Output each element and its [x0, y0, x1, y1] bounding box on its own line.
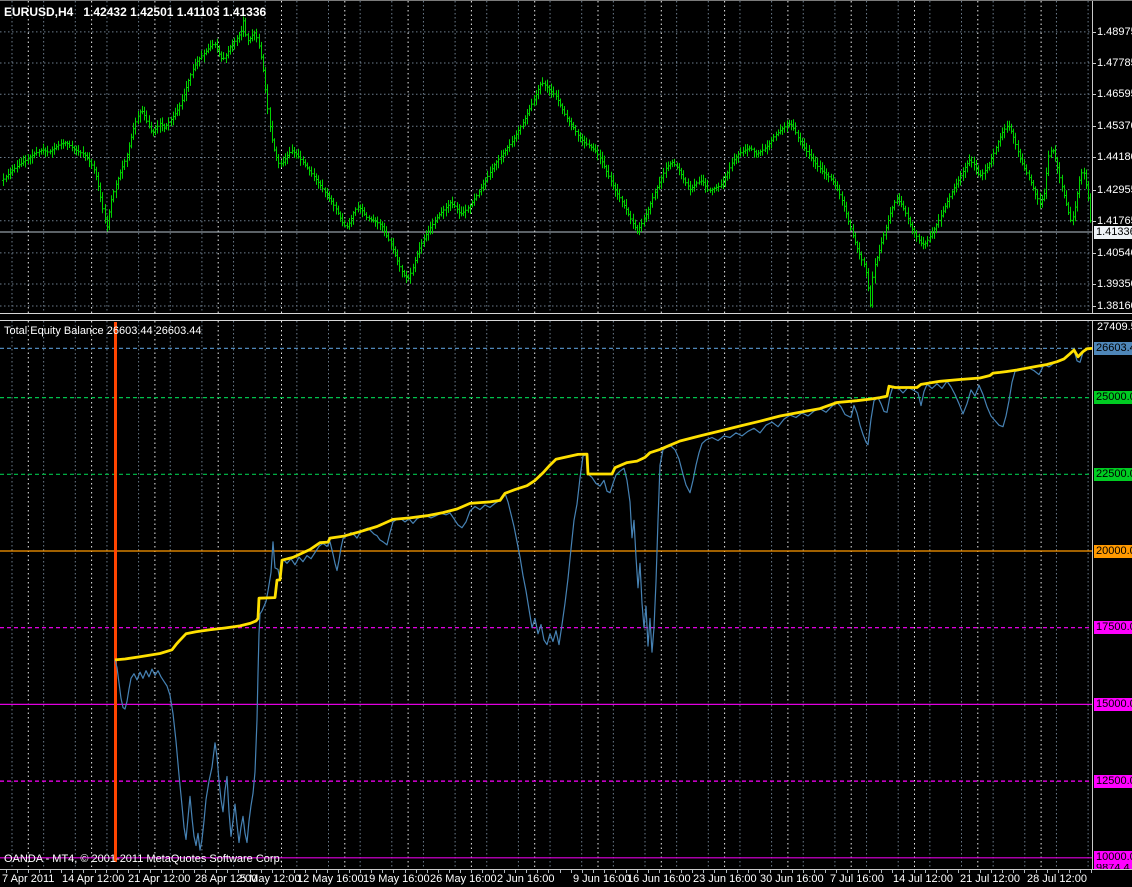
equity-axis-tick-label: 15000.0 — [1094, 697, 1132, 711]
time-axis-label: 14 Jul 12:00 — [893, 873, 953, 885]
time-axis-label: 16 Jun 16:00 — [627, 873, 691, 885]
time-tick — [825, 870, 827, 873]
equity-axis-tick-label: 22500.0 — [1094, 467, 1132, 481]
time-tick — [1024, 870, 1026, 873]
equity-axis-tick-label: 10000.0 — [1094, 851, 1132, 865]
time-axis-label: 21 Jul 12:00 — [960, 873, 1020, 885]
axis-tick — [1093, 94, 1096, 96]
axis-tick — [1093, 126, 1096, 128]
panel-separator[interactable] — [0, 313, 1132, 321]
time-axis-label: 21 Apr 12:00 — [128, 873, 191, 885]
axis-tick — [1093, 220, 1096, 222]
time-axis-label: 30 Jun 16:00 — [760, 873, 824, 885]
ohlc-values: 1.42432 1.42501 1.41103 1.41336 — [83, 5, 267, 19]
time-axis-label: 26 May 16:00 — [430, 873, 497, 885]
time-tick — [559, 870, 561, 873]
axis-tick — [1093, 157, 1096, 159]
axis-tick — [1093, 63, 1096, 65]
price-axis-tick-label: 1.46595 — [1097, 88, 1132, 101]
chart-title: EURUSD,H4 1.42432 1.42501 1.41103 1.41336 — [4, 5, 266, 19]
price-axis-tick-label: 1.45370 — [1097, 120, 1132, 133]
equity-axis-tick-label: 20000.0 — [1094, 544, 1132, 558]
time-axis-label: 12 May 16:00 — [297, 873, 364, 885]
time-axis-label: 2 Jun 16:00 — [497, 873, 555, 885]
time-axis-label: 7 Apr 2011 — [2, 873, 55, 885]
time-tick — [958, 870, 960, 873]
price-chart-canvas[interactable] — [0, 1, 1093, 313]
time-tick — [570, 870, 572, 873]
axis-tick — [1093, 284, 1096, 286]
axis-tick — [1093, 189, 1096, 191]
equity-axis-tick-label: 25000.0 — [1094, 391, 1132, 405]
time-axis[interactable]: 7 Apr 2011 14 Apr 12:00 21 Apr 12:00 28 Apr… — [0, 869, 1132, 887]
copyright-label: OANDA - MT4, © 2001-2011 MetaQuotes Soft… — [4, 853, 283, 865]
equity-axis-tick-label: 27409.5 — [1097, 320, 1132, 333]
current-price-label: 1.41336 — [1094, 225, 1132, 239]
time-tick — [1090, 870, 1092, 873]
price-axis-tick-label: 1.40540 — [1097, 246, 1132, 259]
price-axis-tick-label: 1.44180 — [1097, 151, 1132, 164]
equity-axis-tick-label: 17500.0 — [1094, 621, 1132, 635]
time-axis-label: 23 Jun 16:00 — [693, 873, 757, 885]
equity-chart-canvas[interactable] — [0, 321, 1093, 869]
price-axis-tick-label: 1.39350 — [1097, 278, 1132, 291]
time-axis-label: 5 May 12:00 — [240, 873, 301, 885]
equity-axis-tick-label: 26603.4 — [1094, 341, 1132, 355]
price-axis-tick-label: 1.42955 — [1097, 183, 1132, 196]
price-axis[interactable]: 9874.41.489751.477851.465951.453701.4418… — [1092, 1, 1132, 887]
price-axis-tick-label: 1.38160 — [1097, 300, 1132, 312]
time-axis-label: 14 Apr 12:00 — [62, 873, 125, 885]
symbol-timeframe-label: EURUSD,H4 — [4, 5, 74, 19]
price-axis-tick-label: 1.47785 — [1097, 57, 1132, 70]
axis-tick — [1093, 252, 1096, 254]
indicator-title: Total Equity Balance 26603.44 26603.44 — [4, 325, 202, 337]
axis-tick — [1093, 31, 1096, 33]
mt4-chart-window: EURUSD,H4 1.42432 1.42501 1.41103 1.41336… — [0, 0, 1132, 887]
equity-axis-tick-label: 12500.0 — [1094, 774, 1132, 788]
time-axis-label: 9 Jun 16:00 — [573, 873, 631, 885]
price-axis-tick-label: 1.48975 — [1097, 25, 1132, 38]
time-axis-label: 28 Jul 12:00 — [1027, 873, 1087, 885]
time-axis-label: 7 Jul 16:00 — [830, 873, 884, 885]
time-axis-label: 19 May 16:00 — [363, 873, 430, 885]
axis-tick — [1093, 306, 1096, 307]
